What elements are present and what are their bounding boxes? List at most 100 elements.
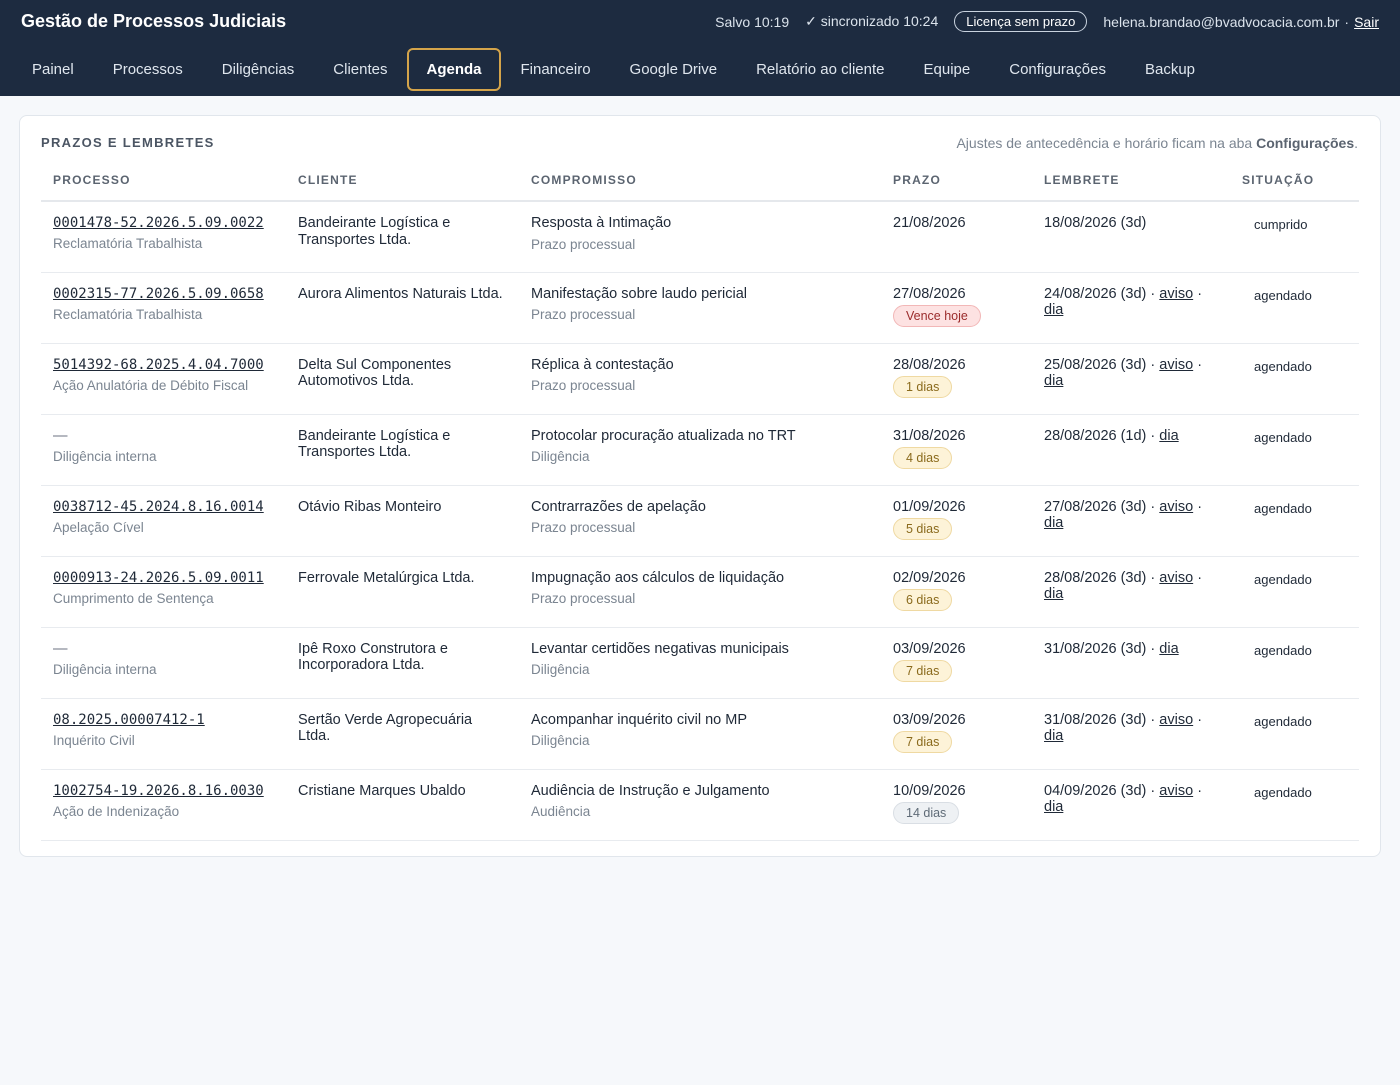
cell-lembrete: 31/08/2026 (3d) · aviso · dia <box>1032 698 1230 770</box>
cell-compromisso: Contrarrazões de apelação Prazo processua… <box>519 485 881 557</box>
tab-agenda[interactable]: Agenda <box>407 48 501 91</box>
status-label: agendado <box>1254 713 1312 729</box>
reminder-dia-link[interactable]: dia <box>1159 428 1178 444</box>
tab-backup[interactable]: Backup <box>1126 50 1214 89</box>
commitment-title: Acompanhar inquérito civil no MP <box>531 711 747 728</box>
dot-separator: · <box>1197 498 1203 515</box>
cell-prazo: 28/08/2026 1 dias <box>881 343 1032 415</box>
table-row: — Diligência interna Bandeirante Logística… <box>41 414 1359 486</box>
table-row: 0002315-77.2026.5.09.0658 Reclamatória Tr… <box>41 272 1359 344</box>
cell-compromisso: Manifestação sobre laudo pericial Prazo p… <box>519 272 881 344</box>
table-row: 0000913-24.2026.5.09.0011 Cumprimento de … <box>41 556 1359 628</box>
tab-configuracoes[interactable]: Configurações <box>990 50 1125 89</box>
days-left-badge: Vence hoje <box>893 305 981 328</box>
reminder-dia-link[interactable]: dia <box>1044 515 1063 531</box>
cell-lembrete: 28/08/2026 (3d) · aviso · dia <box>1032 556 1230 628</box>
header-lembrete: LEMBRETE <box>1032 167 1230 202</box>
process-type: Reclamatória Trabalhista <box>53 236 203 251</box>
status-label: agendado <box>1254 642 1312 658</box>
user-email: helena.brandao@bvadvocacia.com.br <box>1103 13 1340 30</box>
reminder-aviso-link[interactable]: aviso <box>1159 570 1193 586</box>
cell-cliente: Delta Sul Componentes Automotivos Ltda. <box>286 343 519 415</box>
reminder-dia-link[interactable]: dia <box>1044 373 1063 389</box>
tab-financeiro[interactable]: Financeiro <box>502 50 610 89</box>
cell-prazo: 31/08/2026 4 dias <box>881 414 1032 486</box>
cell-lembrete: 27/08/2026 (3d) · aviso · dia <box>1032 485 1230 557</box>
process-number[interactable]: 0002315-77.2026.5.09.0658 <box>53 286 264 302</box>
cell-prazo: 01/09/2026 5 dias <box>881 485 1032 557</box>
cell-compromisso: Protocolar procuração atualizada no TRT D… <box>519 414 881 486</box>
deadline-date: 02/09/2026 <box>893 569 966 586</box>
process-type: Diligência interna <box>53 448 157 464</box>
commitment-category: Diligência <box>531 733 590 749</box>
cell-cliente: Bandeirante Logística e Transportes Ltda… <box>286 201 519 273</box>
commitment-title: Audiência de Instrução e Julgamento <box>531 782 770 799</box>
reminder-dia-link[interactable]: dia <box>1044 799 1063 815</box>
reminder-aviso-link[interactable]: aviso <box>1159 357 1193 373</box>
tab-processos[interactable]: Processos <box>94 50 202 89</box>
commitment-category: Prazo processual <box>531 307 636 323</box>
process-number[interactable]: 5014392-68.2025.4.04.7000 <box>53 357 264 373</box>
cell-compromisso: Acompanhar inquérito civil no MP Diligênc… <box>519 698 881 770</box>
commitment-category: Diligência <box>531 449 590 465</box>
logout-link[interactable]: Sair <box>1354 14 1379 30</box>
cell-situacao: agendado <box>1230 627 1359 699</box>
cell-lembrete: 31/08/2026 (3d) · dia <box>1032 627 1230 699</box>
process-number[interactable]: 1002754-19.2026.8.16.0030 <box>53 783 264 799</box>
deadline-date: 10/09/2026 <box>893 782 966 799</box>
dot-separator: · <box>1150 498 1156 515</box>
reminder-dia-link[interactable]: dia <box>1044 728 1063 744</box>
process-number[interactable]: 0000913-24.2026.5.09.0011 <box>53 570 264 586</box>
reminder-aviso-link[interactable]: aviso <box>1159 286 1193 302</box>
days-left-badge: 1 dias <box>893 376 953 399</box>
tab-relatorio-ao-cliente[interactable]: Relatório ao cliente <box>737 50 903 89</box>
reminder-dia-link[interactable]: dia <box>1044 586 1063 602</box>
cell-compromisso: Réplica à contestação Prazo processual <box>519 343 881 415</box>
tab-equipe[interactable]: Equipe <box>905 50 990 89</box>
dot-separator: · <box>1150 427 1156 444</box>
table-body: 0001478-52.2026.5.09.0022 Reclamatória Tr… <box>41 201 1359 841</box>
client-name: Aurora Alimentos Naturais Ltda. <box>298 285 503 302</box>
header-prazo: PRAZO <box>881 167 1032 202</box>
cell-situacao: agendado <box>1230 272 1359 344</box>
tab-painel[interactable]: Painel <box>13 50 93 89</box>
main-nav: Painel Processos Diligências Clientes Agenda… <box>13 48 1215 91</box>
reminder-date: 18/08/2026 (3d) <box>1044 215 1147 231</box>
cell-situacao: agendado <box>1230 414 1359 486</box>
commitment-category: Prazo processual <box>531 591 636 607</box>
reminder-text: 28/08/2026 (3d) · aviso · dia <box>1044 570 1218 604</box>
reminder-date: 28/08/2026 (1d) <box>1044 427 1147 444</box>
cell-situacao: agendado <box>1230 698 1359 770</box>
cell-prazo: 03/09/2026 7 dias <box>881 698 1032 770</box>
reminder-date: 31/08/2026 (3d) <box>1044 711 1147 728</box>
tab-clientes[interactable]: Clientes <box>314 50 406 89</box>
reminder-aviso-link[interactable]: aviso <box>1159 712 1193 728</box>
days-left-badge: 7 dias <box>893 731 953 754</box>
cell-processo: 1002754-19.2026.8.16.0030 Ação de Indeniz… <box>41 769 286 841</box>
commitment-title: Réplica à contestação <box>531 356 674 373</box>
deadlines-card: PRAZOS E LEMBRETES Ajustes de antecedênc… <box>19 115 1381 857</box>
cell-prazo: 10/09/2026 14 dias <box>881 769 1032 841</box>
commitment-title: Resposta à Intimação <box>531 215 672 231</box>
process-number[interactable]: 0001478-52.2026.5.09.0022 <box>53 215 264 231</box>
cell-processo: 0000913-24.2026.5.09.0011 Cumprimento de … <box>41 556 286 628</box>
process-number[interactable]: 08.2025.00007412-1 <box>53 712 205 728</box>
cell-processo: 0002315-77.2026.5.09.0658 Reclamatória Tr… <box>41 272 286 344</box>
tab-diligencias[interactable]: Diligências <box>203 50 314 89</box>
cell-situacao: agendado <box>1230 343 1359 415</box>
cell-processo: 0001478-52.2026.5.09.0022 Reclamatória Tr… <box>41 201 286 273</box>
cell-compromisso: Impugnação aos cálculos de liquidação Pra… <box>519 556 881 628</box>
client-name: Sertão Verde Agropecuária Ltda. <box>298 711 473 745</box>
cell-situacao: cumprido <box>1230 201 1359 273</box>
tab-google-drive[interactable]: Google Drive <box>611 50 737 89</box>
reminder-dia-link[interactable]: dia <box>1159 641 1178 657</box>
dot-separator: · <box>1150 711 1156 728</box>
cell-situacao: agendado <box>1230 769 1359 841</box>
cell-lembrete: 25/08/2026 (3d) · aviso · dia <box>1032 343 1230 415</box>
reminder-aviso-link[interactable]: aviso <box>1159 499 1193 515</box>
commitment-title: Manifestação sobre laudo pericial <box>531 285 748 302</box>
cell-cliente: Bandeirante Logística e Transportes Ltda… <box>286 414 519 486</box>
process-number[interactable]: 0038712-45.2024.8.16.0014 <box>53 499 264 515</box>
reminder-aviso-link[interactable]: aviso <box>1159 783 1193 799</box>
reminder-dia-link[interactable]: dia <box>1044 302 1063 318</box>
